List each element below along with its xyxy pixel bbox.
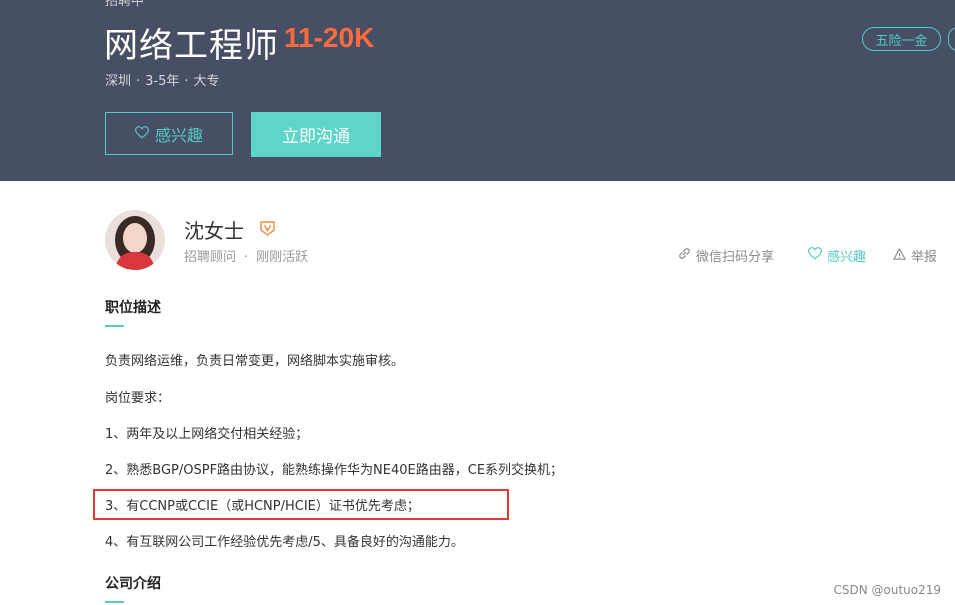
description-line: 4、有互联网公司工作经验优先考虑/5、具备良好的沟通能力。 — [105, 535, 464, 550]
verified-icon — [260, 221, 275, 236]
link-icon — [678, 247, 696, 264]
job-header: 招聘中 网络工程师 11-20K 深圳 · 3-5年 · 大专 感兴趣 立即沟通 五险一… — [0, 0, 955, 181]
interest-label: 感兴趣 — [827, 250, 867, 265]
highlight-annotation-box — [93, 489, 509, 520]
description-line: 2、熟悉BGP/OSPF路由协议，能熟练操作华为NE40E路由器，CE系列交换机… — [105, 463, 564, 478]
description-line: 负责网络运维，负责日常变更，网络脚本实施审核。 — [105, 354, 405, 369]
recruiter-meta: 招聘顾问 · 刚刚活跃 — [184, 246, 308, 265]
report-label: 举报 — [911, 250, 938, 265]
benefit-tag-clipped — [948, 27, 955, 51]
heading-underline — [105, 325, 124, 327]
job-meta: 深圳 · 3-5年 · 大专 — [105, 70, 220, 89]
job-title: 网络工程师 — [104, 26, 279, 66]
interest-action[interactable]: 感兴趣 — [807, 246, 867, 265]
recruiter-status: 刚刚活跃 — [256, 250, 309, 265]
recruiter-title: 招聘顾问 — [184, 250, 237, 265]
interest-button-label: 感兴趣 — [154, 125, 203, 145]
share-wechat-action[interactable]: 微信扫码分享 — [678, 246, 774, 265]
header-status-text: 招聘中 — [105, 0, 145, 9]
job-experience: 3-5年 — [145, 74, 180, 89]
recruiter-name: 沈女士 — [184, 219, 244, 243]
job-city: 深圳 — [105, 74, 132, 89]
recruiter-separator: · — [244, 250, 249, 265]
heart-icon — [807, 247, 827, 264]
company-intro-heading: 公司介绍 — [105, 576, 161, 592]
interest-button[interactable]: 感兴趣 — [105, 112, 233, 155]
meta-separator: · — [184, 74, 189, 89]
description-line: 1、两年及以上网络交付相关经验； — [105, 427, 309, 442]
heart-icon — [134, 124, 155, 143]
job-description-heading: 职位描述 — [105, 300, 161, 316]
report-action[interactable]: 举报 — [893, 246, 937, 265]
chat-now-button[interactable]: 立即沟通 — [251, 112, 381, 157]
job-education: 大专 — [193, 74, 220, 89]
benefit-tag: 五险一金 — [862, 27, 941, 51]
heading-underline — [105, 601, 124, 603]
description-line: 岗位要求： — [105, 391, 171, 406]
watermark: CSDN @outuo219 — [833, 583, 941, 597]
salary: 11-20K — [284, 22, 375, 53]
share-label: 微信扫码分享 — [696, 250, 775, 265]
meta-separator: · — [136, 74, 141, 89]
warning-icon — [893, 247, 911, 264]
recruiter-avatar[interactable] — [105, 210, 165, 270]
